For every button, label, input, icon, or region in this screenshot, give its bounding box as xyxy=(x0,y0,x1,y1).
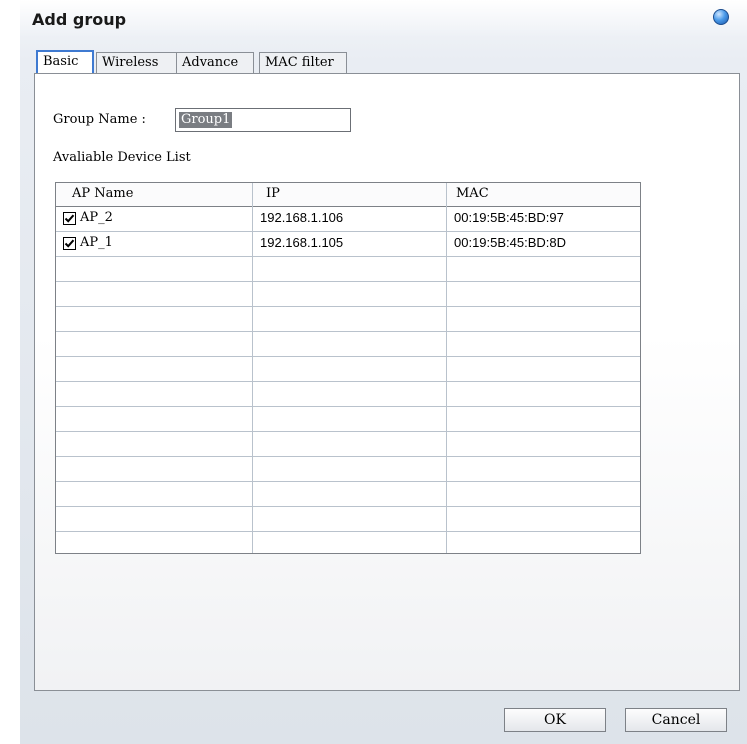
table-row[interactable]: AP_2 192.168.1.106 00:19:5B:45:BD:97 xyxy=(56,207,640,232)
add-group-dialog: Add group Basic Wireless Advance MAC fil… xyxy=(20,0,747,744)
checkmark-icon xyxy=(64,239,75,248)
ok-button[interactable]: OK xyxy=(504,708,606,732)
column-divider xyxy=(446,183,447,553)
column-divider xyxy=(640,183,641,553)
empty-table-row[interactable] xyxy=(56,507,640,532)
column-header-mac[interactable]: MAC xyxy=(456,186,489,201)
checkmark-icon xyxy=(64,214,75,223)
tab-mac-filter[interactable]: MAC filter xyxy=(259,52,347,73)
mac-cell: 00:19:5B:45:BD:8D xyxy=(454,235,567,250)
column-header-ip[interactable]: IP xyxy=(266,186,280,201)
empty-table-row[interactable] xyxy=(56,482,640,507)
empty-table-row[interactable] xyxy=(56,457,640,482)
ip-cell: 192.168.1.105 xyxy=(260,235,344,250)
empty-table-row[interactable] xyxy=(56,382,640,407)
group-name-label: Group Name : xyxy=(53,112,146,127)
device-table[interactable]: AP Name IP MAC AP_2 192.168.1.106 00:19:… xyxy=(55,182,641,554)
table-header: AP Name IP MAC xyxy=(56,183,640,207)
tab-wireless[interactable]: Wireless xyxy=(96,52,177,73)
basic-panel: Group Name : Group1 Avaliable Device Lis… xyxy=(34,73,740,691)
ap-name-cell: AP_2 xyxy=(80,210,113,225)
ip-cell: 192.168.1.106 xyxy=(260,210,344,225)
row-checkbox[interactable] xyxy=(63,237,76,250)
table-row[interactable]: AP_1 192.168.1.105 00:19:5B:45:BD:8D xyxy=(56,232,640,257)
empty-table-row[interactable] xyxy=(56,432,640,457)
column-divider xyxy=(252,183,253,553)
empty-table-row[interactable] xyxy=(56,282,640,307)
tab-basic[interactable]: Basic xyxy=(36,50,94,74)
mac-cell: 00:19:5B:45:BD:97 xyxy=(454,210,564,225)
row-checkbox[interactable] xyxy=(63,212,76,225)
empty-table-row[interactable] xyxy=(56,357,640,382)
dialog-title: Add group xyxy=(32,10,127,29)
group-name-value[interactable]: Group1 xyxy=(179,112,233,128)
ap-name-cell: AP_1 xyxy=(80,235,113,250)
empty-table-row[interactable] xyxy=(56,257,640,282)
column-header-ap-name[interactable]: AP Name xyxy=(72,186,133,201)
empty-table-row[interactable] xyxy=(56,307,640,332)
cancel-button[interactable]: Cancel xyxy=(625,708,727,732)
empty-table-row[interactable] xyxy=(56,332,640,357)
empty-table-row[interactable] xyxy=(56,407,640,432)
empty-table-row[interactable] xyxy=(56,532,640,553)
tab-advance[interactable]: Advance xyxy=(176,52,254,73)
title-bar: Add group xyxy=(20,0,747,36)
status-orb-icon[interactable] xyxy=(713,9,729,25)
device-list-label: Avaliable Device List xyxy=(53,150,191,165)
